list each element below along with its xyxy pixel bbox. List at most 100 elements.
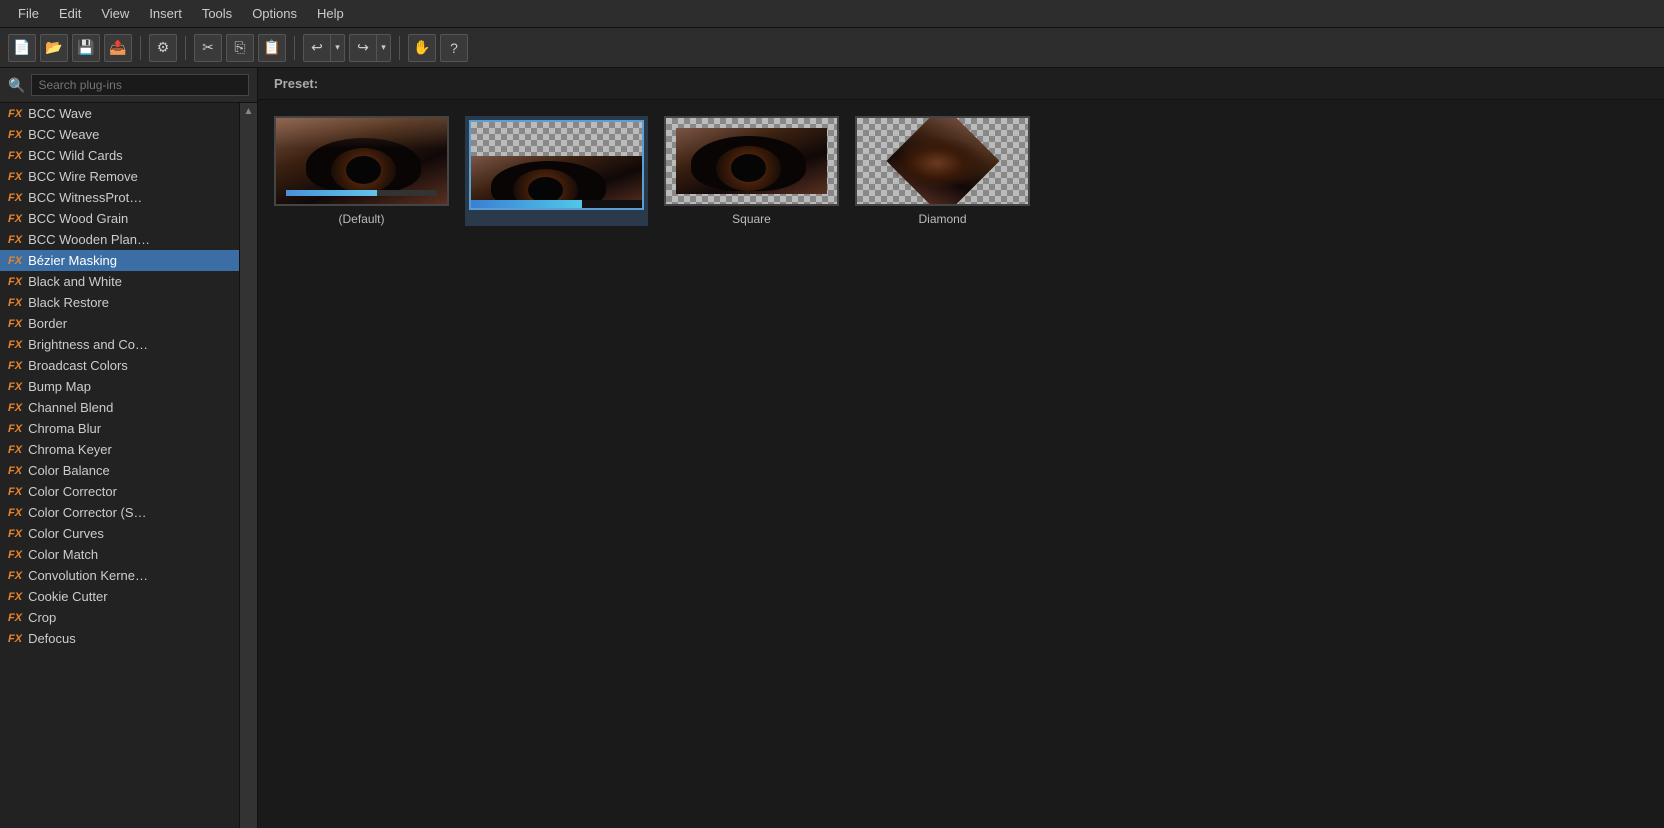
plugin-item-broadcast-colors[interactable]: FXBroadcast Colors [0,355,239,376]
preset-header: Preset: [258,68,1664,100]
sidebar: 🔍 FXBCC WaveFXBCC WeaveFXBCC Wild CardsF… [0,68,258,828]
fx-icon: FX [8,234,22,246]
menu-file[interactable]: File [8,2,49,25]
fx-icon: FX [8,633,22,645]
plugin-name-label: Crop [28,610,56,625]
plugin-item-bcc-wild-cards[interactable]: FXBCC Wild Cards [0,145,239,166]
menu-tools[interactable]: Tools [192,2,242,25]
preset-diamond-image [857,118,1028,204]
help-button[interactable]: ? [440,34,468,62]
plugin-item-bezier-masking[interactable]: FXBézier Masking [0,250,239,271]
plugin-item-color-curves[interactable]: FXColor Curves [0,523,239,544]
fx-icon: FX [8,528,22,540]
undo-group: ↩ ▾ [303,34,345,62]
menubar: File Edit View Insert Tools Options Help [0,0,1664,28]
plugin-item-color-balance[interactable]: FXColor Balance [0,460,239,481]
new-button[interactable]: 📄 [8,34,36,62]
preset-diamond-thumb [855,116,1030,206]
preset-diamond-label: Diamond [918,212,966,226]
paste-button[interactable]: 📋 [258,34,286,62]
plugin-name-label: BCC Wave [28,106,92,121]
plugin-item-bcc-wave[interactable]: FX BCC Wave [0,103,239,124]
plugin-item-black-restore[interactable]: FXBlack Restore [0,292,239,313]
cut-button[interactable]: ✂ [194,34,222,62]
redo-arrow[interactable]: ▾ [377,34,391,62]
scroll-up-button[interactable]: ▲ [239,103,257,828]
preset-selected-image [471,122,642,208]
undo-button[interactable]: ↩ [303,34,331,62]
plugin-item-convolution-kerne[interactable]: FXConvolution Kerne… [0,565,239,586]
preset-selected[interactable] [465,116,648,226]
preset-diamond[interactable]: Diamond [855,116,1030,226]
settings-button[interactable]: ⚙ [149,34,177,62]
menu-insert[interactable]: Insert [139,2,192,25]
preset-selected-thumb [469,120,644,210]
fx-icon: FX [8,402,22,414]
redo-group: ↪ ▾ [349,34,391,62]
plugin-item-crop[interactable]: FX Crop [0,607,239,628]
redo-button[interactable]: ↪ [349,34,377,62]
plugin-name-label: BCC Wooden Plan… [28,232,150,247]
plugin-item-color-corrector-s[interactable]: FXColor Corrector (S… [0,502,239,523]
progress-bar [286,190,437,196]
plugin-item-border[interactable]: FX Border [0,313,239,334]
search-input[interactable] [31,74,249,96]
separator-2 [185,36,186,60]
toolbar: 📄 📂 💾 📤 ⚙ ✂ ⎘ 📋 ↩ ▾ ↪ ▾ ✋ ? [0,28,1664,68]
fx-icon: FX [8,423,22,435]
fx-icon: FX [8,108,22,120]
plugin-item-bcc-weave[interactable]: FXBCC Weave [0,124,239,145]
plugin-name-label: Defocus [28,631,76,646]
plugin-list: FXBCC WaveFXBCC WeaveFXBCC Wild CardsFXB… [0,103,239,828]
menu-view[interactable]: View [91,2,139,25]
plugin-item-channel-blend[interactable]: FXChannel Blend [0,397,239,418]
preset-grid: (Default) [258,100,1664,242]
export-button[interactable]: 📤 [104,34,132,62]
save-button[interactable]: 💾 [72,34,100,62]
hand-button[interactable]: ✋ [408,34,436,62]
fx-icon: FX [8,276,22,288]
fx-icon: FX [8,549,22,561]
plugin-name-label: BCC Wood Grain [28,211,128,226]
fx-icon: FX [8,318,22,330]
plugin-item-defocus[interactable]: FX Defocus [0,628,239,649]
separator-4 [399,36,400,60]
menu-edit[interactable]: Edit [49,2,91,25]
plugin-name-label: Border [28,316,67,331]
menu-options[interactable]: Options [242,2,307,25]
fx-icon: FX [8,465,22,477]
preset-square[interactable]: Square [664,116,839,226]
plugin-item-bcc-wire-remove[interactable]: FXBCC Wire Remove [0,166,239,187]
plugin-name-label: BCC Wild Cards [28,148,123,163]
fx-icon: FX [8,213,22,225]
plugin-item-color-match[interactable]: FXColor Match [0,544,239,565]
plugin-name-label: Black Restore [28,295,109,310]
fx-icon: FX [8,591,22,603]
plugin-item-bump-map[interactable]: FXBump Map [0,376,239,397]
separator-1 [140,36,141,60]
plugin-name-label: Bump Map [28,379,91,394]
fx-icon: FX [8,129,22,141]
preset-default-image [276,118,447,204]
preset-default[interactable]: (Default) [274,116,449,226]
fx-icon: FX [8,612,22,624]
fx-icon: FX [8,507,22,519]
copy-button[interactable]: ⎘ [226,34,254,62]
plugin-item-brightness-and-co[interactable]: FXBrightness and Co… [0,334,239,355]
plugin-name-label: Black and White [28,274,122,289]
plugin-item-chroma-keyer[interactable]: FXChroma Keyer [0,439,239,460]
plugin-item-cookie-cutter[interactable]: FXCookie Cutter [0,586,239,607]
plugin-item-bcc-wood-grain[interactable]: FX BCC Wood Grain [0,208,239,229]
plugin-item-chroma-blur[interactable]: FXChroma Blur [0,418,239,439]
plugin-item-bcc-witness-prot[interactable]: FXBCC WitnessProt… [0,187,239,208]
plugin-item-color-corrector[interactable]: FXColor Corrector [0,481,239,502]
menu-help[interactable]: Help [307,2,354,25]
plugin-name-label: Color Corrector [28,484,117,499]
undo-arrow[interactable]: ▾ [331,34,345,62]
plugin-item-black-and-white[interactable]: FX Black and White [0,271,239,292]
open-button[interactable]: 📂 [40,34,68,62]
plugin-list-wrapper: FXBCC WaveFXBCC WeaveFXBCC Wild CardsFXB… [0,103,257,828]
preset-square-label: Square [732,212,771,226]
fx-icon: FX [8,570,22,582]
plugin-item-bcc-wooden-plan[interactable]: FX BCC Wooden Plan… [0,229,239,250]
